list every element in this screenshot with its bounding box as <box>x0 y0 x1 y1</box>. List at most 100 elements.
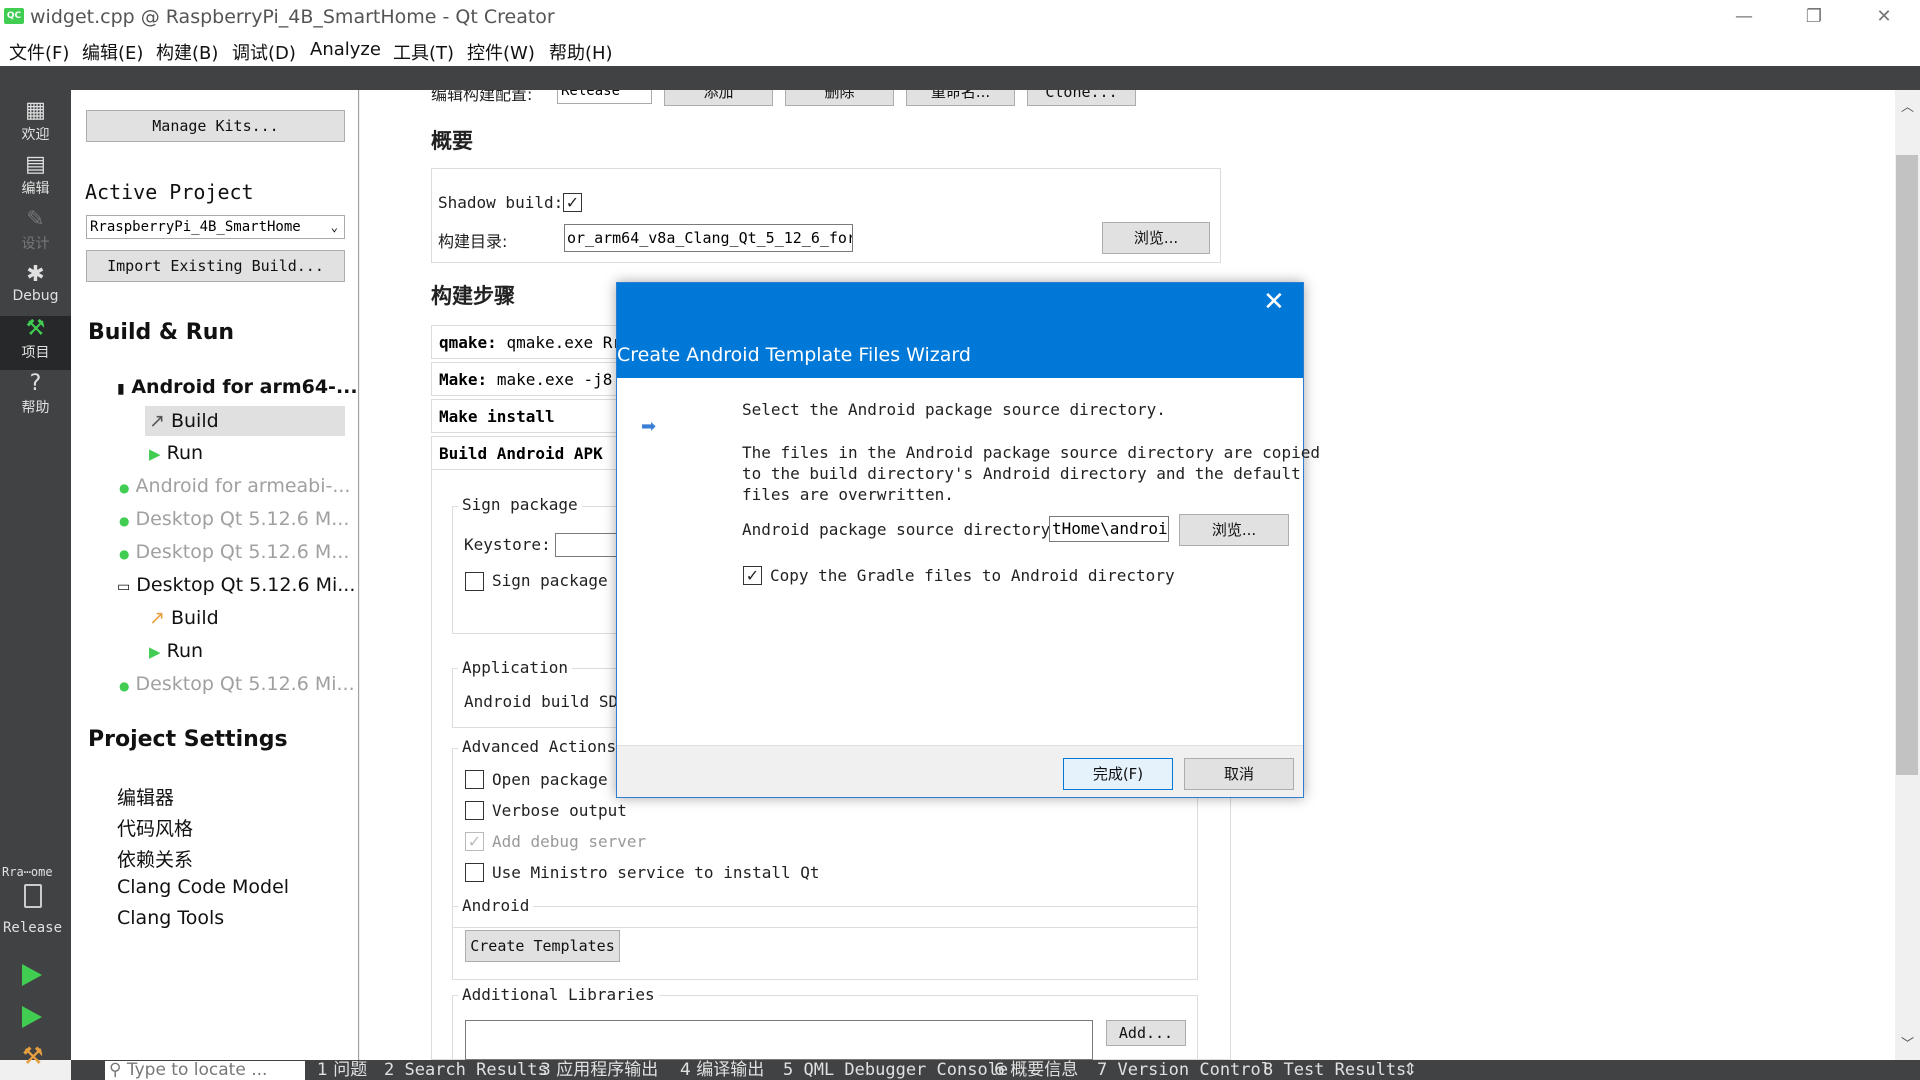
source-dir-browse-button[interactable]: 浏览... <box>1179 514 1289 546</box>
additional-libraries-list[interactable] <box>465 1020 1093 1060</box>
settings-clang-tools[interactable]: Clang Tools <box>117 907 224 929</box>
settings-editor[interactable]: 编辑器 <box>117 783 174 810</box>
settings-clang-code-model[interactable]: Clang Code Model <box>117 876 289 898</box>
hammer-small-icon: ↗ <box>149 410 165 432</box>
run-icon[interactable] <box>22 964 42 986</box>
settings-dependencies[interactable]: 依赖关系 <box>117 845 193 872</box>
minimize-button[interactable]: — <box>1714 2 1774 32</box>
mode-projects[interactable]: ⚒ 项目 <box>0 316 71 370</box>
wizard-title: Create Android Template Files Wizard <box>617 344 971 366</box>
manage-kits-button[interactable]: Manage Kits... <box>86 110 345 142</box>
mode-help[interactable]: ? 帮助 <box>0 371 71 425</box>
delete-config-button[interactable]: 删除 <box>785 90 894 106</box>
cancel-button[interactable]: 取消 <box>1184 758 1294 790</box>
play-icon: ▶ <box>149 643 161 661</box>
wizard-heading: Select the Android package source direct… <box>742 400 1166 419</box>
import-existing-build-button[interactable]: Import Existing Build... <box>86 250 345 282</box>
locator-input[interactable]: ⚲ Type to locate ... <box>105 1061 305 1080</box>
kit-desktop-mingw-2[interactable]: ● Desktop Qt 5.12.6 M... <box>119 541 349 563</box>
tree-item-build[interactable]: ↗ Build <box>149 607 219 629</box>
scroll-up-icon[interactable]: ︿ <box>1901 96 1914 115</box>
step-make[interactable]: Make: make.exe -j8 <box>431 362 631 396</box>
kit-desktop-mingw-1[interactable]: ● Desktop Qt 5.12.6 M... <box>119 508 349 530</box>
create-templates-button[interactable]: Create Templates <box>465 930 620 962</box>
use-ministro-checkbox[interactable] <box>465 863 484 882</box>
mode-debug[interactable]: ✱ Debug <box>0 262 71 316</box>
project-settings-heading: Project Settings <box>88 727 288 752</box>
output-tab-qml-debugger[interactable]: 5 QML Debugger Console <box>783 1060 1008 1080</box>
mode-design[interactable]: ✎ 设计 <box>0 207 71 261</box>
kit-android-arm64[interactable]: ▮ Android for arm64-... <box>117 376 358 398</box>
add-debug-server-checkbox[interactable]: ✓ <box>465 832 484 851</box>
tree-item-label: Build <box>170 410 219 432</box>
output-tab-version-control[interactable]: 7 Version Control <box>1097 1060 1271 1080</box>
toolbar-strip <box>71 66 1920 90</box>
scroll-down-icon[interactable]: ﹀ <box>1901 1033 1914 1052</box>
menu-edit[interactable]: 编辑(E) <box>82 39 143 65</box>
play-icon: ▶ <box>149 445 161 463</box>
step-make-install[interactable]: Make install <box>431 399 631 433</box>
device-icon[interactable] <box>24 884 42 908</box>
step-build-android-apk[interactable]: Build Android APK <box>431 436 631 470</box>
maximize-button[interactable]: ❐ <box>1784 2 1844 32</box>
scrollbar-thumb[interactable] <box>1896 155 1918 775</box>
tree-item-build[interactable]: ↗ Build <box>145 406 345 436</box>
build-dir-input[interactable]: or_arm64_v8a_Clang_Qt_5_12_6_for_Android… <box>564 224 853 252</box>
tree-item-run[interactable]: ▶ Run <box>149 442 203 464</box>
source-dir-input[interactable]: tHome\android <box>1049 516 1169 542</box>
kit-label: Desktop Qt 5.12.6 M... <box>135 541 350 563</box>
output-tab-issues[interactable]: 1 问题 <box>317 1060 367 1080</box>
build-dir-label: 构建目录: <box>438 232 508 251</box>
add-kit-icon: ● <box>119 514 130 528</box>
title-bar: QC widget.cpp @ RaspberryPi_4B_SmartHome… <box>0 0 1920 34</box>
settings-code-style[interactable]: 代码风格 <box>117 814 193 841</box>
menu-controls[interactable]: 控件(W) <box>467 39 535 65</box>
add-kit-icon: ● <box>119 679 130 693</box>
copy-gradle-checkbox[interactable]: ✓ <box>743 566 762 585</box>
rename-config-button[interactable]: 重命名... <box>906 90 1015 106</box>
output-tab-test-results[interactable]: 8 Test Results <box>1263 1060 1406 1080</box>
keystore-label: Keystore: <box>464 535 551 554</box>
add-config-button[interactable]: 添加 <box>664 90 773 106</box>
active-project-combo[interactable]: RraspberryPi_4B_SmartHome ⌄ <box>86 215 345 239</box>
kit-selector-build[interactable]: Release <box>3 920 62 936</box>
debug-run-icon[interactable] <box>22 1006 42 1028</box>
open-package-location-checkbox[interactable] <box>465 770 484 789</box>
output-tabs-more-icon[interactable]: ⇕ <box>1403 1060 1417 1080</box>
close-window-button[interactable]: ✕ <box>1854 2 1914 32</box>
build-dir-browse-button[interactable]: 浏览... <box>1102 222 1210 254</box>
menu-file[interactable]: 文件(F) <box>9 39 69 65</box>
menu-build[interactable]: 构建(B) <box>156 39 218 65</box>
shadow-build-checkbox[interactable]: ✓ <box>563 193 582 212</box>
clone-config-button[interactable]: Clone... <box>1027 90 1136 106</box>
menu-debug[interactable]: 调试(D) <box>232 39 296 65</box>
menu-bar: 文件(F) 编辑(E) 构建(B) 调试(D) Analyze 工具(T) 控件… <box>0 34 1920 66</box>
output-tab-compile-output[interactable]: 4 编译输出 <box>680 1060 764 1080</box>
add-library-button[interactable]: Add... <box>1106 1020 1186 1046</box>
mode-welcome[interactable]: ▦ 欢迎 <box>0 98 71 152</box>
kit-desktop-mingw-active[interactable]: ▭ Desktop Qt 5.12.6 Mi... <box>117 574 355 596</box>
kit-desktop-mingw-3[interactable]: ● Desktop Qt 5.12.6 Mi... <box>119 673 355 695</box>
close-icon[interactable]: ✕ <box>1263 287 1285 317</box>
kit-selector-project[interactable]: Rra⋯ome <box>2 865 53 879</box>
kit-label: Desktop Qt 5.12.6 Mi... <box>136 574 356 596</box>
create-android-template-wizard: Create Android Template Files Wizard ✕ ➡… <box>616 282 1320 798</box>
tree-item-run[interactable]: ▶ Run <box>149 640 203 662</box>
output-tab-app-output[interactable]: 3 应用程序输出 <box>540 1060 658 1080</box>
step-qmake[interactable]: qmake: qmake.exe Rr <box>431 325 631 359</box>
verbose-output-checkbox[interactable] <box>465 801 484 820</box>
menu-analyze[interactable]: Analyze <box>310 39 381 60</box>
mode-edit[interactable]: ▤ 编辑 <box>0 152 71 206</box>
sign-package-checkbox[interactable] <box>465 572 484 591</box>
wizard-description-line-1: The files in the Android package source … <box>742 443 1320 462</box>
menu-tools[interactable]: 工具(T) <box>393 39 454 65</box>
monitor-icon: ▭ <box>117 579 131 595</box>
finish-button[interactable]: 完成(F) <box>1063 758 1173 790</box>
output-tab-general-messages[interactable]: 6 概要信息 <box>994 1060 1078 1080</box>
build-config-combo[interactable]: Release <box>557 90 652 104</box>
output-tab-search-results[interactable]: 2 Search Results <box>384 1060 548 1080</box>
kit-android-armeabi[interactable]: ● Android for armeabi-... <box>119 475 350 497</box>
bug-icon: ✱ <box>26 262 45 287</box>
menu-help[interactable]: 帮助(H) <box>549 39 613 65</box>
hammer-icon[interactable]: ⚒ <box>22 1042 44 1070</box>
